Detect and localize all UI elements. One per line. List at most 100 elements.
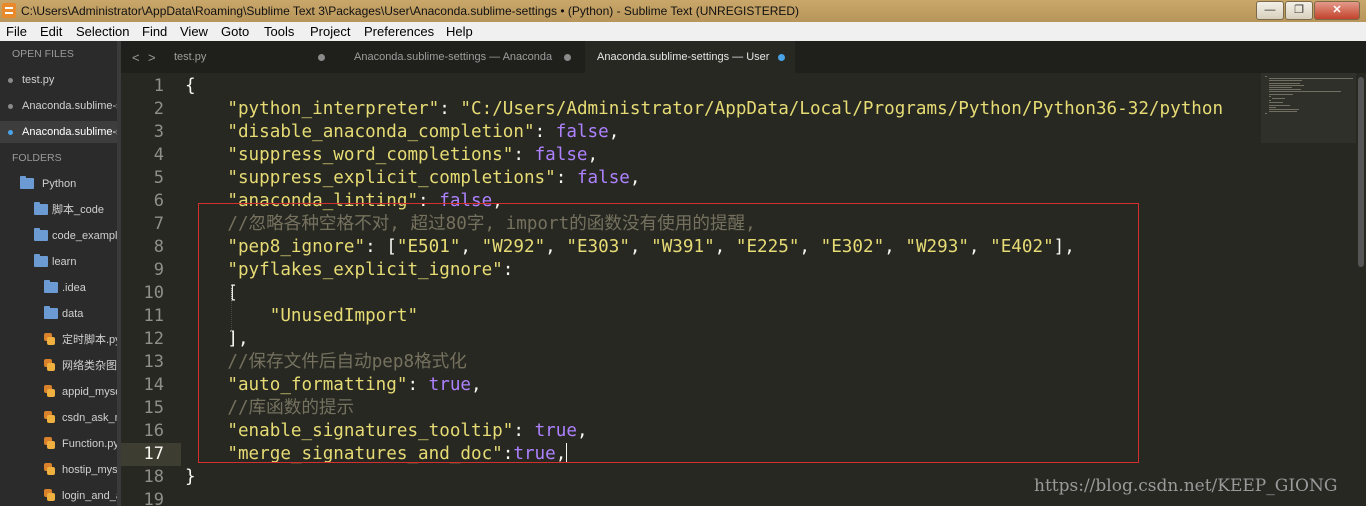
text-cursor xyxy=(566,443,568,462)
window-title: C:\Users\Administrator\AppData\Roaming\S… xyxy=(21,4,800,18)
code-token: "merge_signatures_and_doc" xyxy=(227,444,503,464)
line-number: 18 xyxy=(143,467,164,487)
code-line: //库函数的提示 xyxy=(185,397,354,420)
file-dot-icon xyxy=(8,78,13,83)
menu-help[interactable]: Help xyxy=(446,22,473,41)
modified-dot-icon xyxy=(8,130,13,135)
code-token: , xyxy=(587,145,599,165)
code-line: "auto_formatting": true, xyxy=(185,374,482,397)
open-files-header: OPEN FILES xyxy=(12,48,74,60)
code-line: "suppress_word_completions": false, xyxy=(185,144,598,167)
menu-edit[interactable]: Edit xyxy=(40,22,62,41)
scrollbar-thumb[interactable] xyxy=(1358,77,1364,267)
code-line: "python_interpreter": "C:/Users/Administ… xyxy=(185,98,1223,121)
minimap-line xyxy=(1268,93,1293,95)
menu-preferences[interactable]: Preferences xyxy=(364,22,434,41)
code-token: "UnusedImport" xyxy=(269,306,419,326)
line-number: 4 xyxy=(153,145,164,165)
code-token: : xyxy=(502,444,514,464)
code-token: : xyxy=(513,145,535,165)
code-editor[interactable]: 1 2 3 4 5 6 7 8 9 10 11 12 13 14 15 16 17 18 19 { "python_… xyxy=(121,73,1261,506)
code-line: "merge_signatures_and_doc":true, xyxy=(185,443,568,466)
code-line: "enable_signatures_tooltip": true, xyxy=(185,420,587,443)
tab-back-button[interactable]: < xyxy=(132,50,140,65)
line-number: 13 xyxy=(143,352,164,372)
minimap-line xyxy=(1268,80,1302,82)
code-token: , xyxy=(714,237,736,257)
menu-project[interactable]: Project xyxy=(310,22,350,41)
tab-label: Anaconda.sublime-settings — Anaconda xyxy=(354,51,553,63)
menu-view[interactable]: View xyxy=(180,22,208,41)
python-file-icon xyxy=(44,333,55,345)
minimap-line xyxy=(1268,84,1304,86)
code-token: "C:/Users/Administrator/AppData/Local/Pr… xyxy=(460,99,1224,119)
folder-icon xyxy=(34,228,48,241)
code-token: false xyxy=(439,191,493,211)
code-token: "suppress_word_completions" xyxy=(227,145,514,165)
open-file-item[interactable]: test.py xyxy=(0,69,121,91)
code-token: , xyxy=(555,444,567,464)
code-token: , xyxy=(492,191,503,211)
open-file-item[interactable]: Anaconda.sublime-s xyxy=(0,95,121,117)
line-number: 17 xyxy=(143,444,164,464)
python-file-icon xyxy=(44,463,55,475)
minimap-line xyxy=(1272,98,1285,99)
menu-find[interactable]: Find xyxy=(142,22,167,41)
open-file-label: Anaconda.sublime-s xyxy=(22,126,121,138)
indent-guide xyxy=(231,286,232,332)
menu-bar: File Edit Selection Find View Goto Tools… xyxy=(0,22,1366,41)
tab-anaconda-settings-default[interactable]: Anaconda.sublime-settings — Anaconda xyxy=(343,41,583,73)
line-number: 19 xyxy=(143,490,164,506)
line-number: 14 xyxy=(143,375,164,395)
code-token: "E402" xyxy=(990,237,1054,257)
minimize-button[interactable]: — xyxy=(1256,1,1284,20)
title-bar: C:\Users\Administrator\AppData\Roaming\S… xyxy=(0,0,1366,22)
menu-goto[interactable]: Goto xyxy=(221,22,249,41)
maximize-button[interactable]: ❐ xyxy=(1285,1,1313,20)
minimap-line xyxy=(1268,91,1341,93)
code-token: true xyxy=(513,444,556,464)
folder-icon xyxy=(44,280,58,293)
minimap-line xyxy=(1268,87,1292,88)
python-file-icon xyxy=(44,437,55,449)
tab-label: Anaconda.sublime-settings — User xyxy=(597,51,770,63)
tab-test-py[interactable]: test.py xyxy=(161,41,331,73)
code-token: "E501" xyxy=(396,237,461,257)
code-token: "W292" xyxy=(481,237,546,257)
code-line: "pyflakes_explicit_ignore": xyxy=(185,259,513,282)
line-number: 8 xyxy=(153,237,164,257)
menu-tools[interactable]: Tools xyxy=(264,22,294,41)
minimap[interactable] xyxy=(1261,73,1356,506)
minimap-line xyxy=(1265,113,1267,115)
code-token: , xyxy=(471,375,482,395)
code-token: { xyxy=(185,76,196,96)
tab-forward-button[interactable]: > xyxy=(148,50,156,65)
close-button[interactable]: ✕ xyxy=(1314,1,1360,20)
code-line: "anaconda_linting": false, xyxy=(185,190,503,213)
tab-anaconda-settings-user[interactable]: Anaconda.sublime-settings — User xyxy=(585,41,795,73)
open-file-item-active[interactable]: Anaconda.sublime-s xyxy=(0,121,121,143)
code-line: "pep8_ignore": ["E501", "W292", "E303", … xyxy=(185,236,1075,259)
code-token: } xyxy=(185,467,196,487)
menu-file[interactable]: File xyxy=(6,22,27,41)
minimap-line xyxy=(1268,100,1271,102)
code-token: "E225" xyxy=(735,237,800,257)
code-token: , xyxy=(460,237,482,257)
code-token: ], xyxy=(1053,237,1075,257)
code-token: "E303" xyxy=(566,237,630,257)
minimap-line xyxy=(1268,102,1283,104)
line-number: 9 xyxy=(153,260,164,280)
tab-modified-dot-icon xyxy=(318,54,325,61)
code-token: , xyxy=(629,168,641,188)
editor-scrollbar[interactable] xyxy=(1356,73,1366,506)
minimap-line xyxy=(1268,111,1298,113)
menu-selection[interactable]: Selection xyxy=(76,22,129,41)
code-token: , xyxy=(968,237,991,257)
tree-item-label: data xyxy=(62,308,84,320)
